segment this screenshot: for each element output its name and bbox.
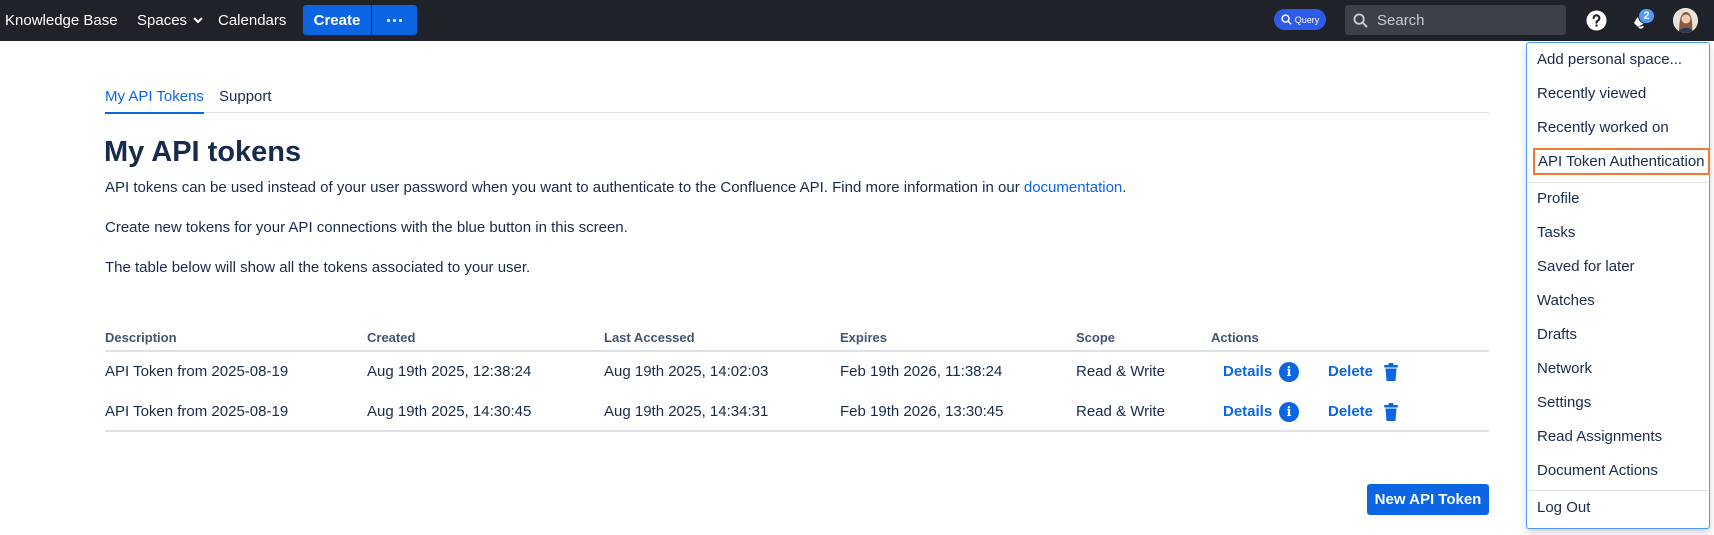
notification-count-badge: 2 xyxy=(1638,8,1655,24)
column-header-description: Description xyxy=(105,330,177,345)
calendars-link[interactable]: Calendars xyxy=(218,0,286,41)
dot xyxy=(399,18,402,22)
documentation-link[interactable]: documentation xyxy=(1024,179,1122,196)
spaces-menu[interactable]: Spaces xyxy=(137,0,203,41)
cell-expires: Feb 19th 2026, 11:38:24 xyxy=(840,363,1003,380)
user-dropdown-menu: Add personal space... Recently viewed Re… xyxy=(1526,42,1710,529)
column-header-actions: Actions xyxy=(1211,330,1259,345)
column-header-scope: Scope xyxy=(1076,330,1116,345)
intro-text: API tokens can be used instead of your u… xyxy=(105,179,1024,196)
menu-item-profile[interactable]: Profile xyxy=(1537,190,1580,207)
cell-description: API Token from 2025-08-19 xyxy=(105,403,289,420)
search-input[interactable]: Search xyxy=(1345,5,1566,35)
menu-item-api-token-authentication[interactable]: API Token Authentication xyxy=(1533,148,1710,175)
delete-link[interactable]: Delete xyxy=(1328,392,1373,432)
menu-item-recently-worked-on[interactable]: Recently worked on xyxy=(1537,119,1669,136)
trash-icon[interactable] xyxy=(1383,363,1399,381)
menu-item-recently-viewed[interactable]: Recently viewed xyxy=(1537,85,1646,102)
table-row: API Token from 2025-08-19 Aug 19th 2025,… xyxy=(105,392,1489,432)
user-avatar[interactable] xyxy=(1673,8,1698,33)
table-info-text: The table below will show all the tokens… xyxy=(105,259,531,276)
search-placeholder: Search xyxy=(1377,11,1425,29)
cell-created: Aug 19th 2025, 12:38:24 xyxy=(367,363,532,380)
tab-my-api-tokens[interactable]: My API Tokens xyxy=(105,88,204,114)
menu-separator xyxy=(1527,182,1708,183)
menu-item-network[interactable]: Network xyxy=(1537,360,1592,377)
menu-item-document-actions[interactable]: Document Actions xyxy=(1537,462,1658,479)
menu-item-log-out[interactable]: Log Out xyxy=(1537,499,1590,516)
tab-support[interactable]: Support xyxy=(219,88,272,112)
chevron-down-icon xyxy=(193,17,203,24)
menu-separator xyxy=(1527,490,1708,491)
column-header-created: Created xyxy=(367,330,416,345)
column-header-expires: Expires xyxy=(840,330,887,345)
cell-scope: Read & Write xyxy=(1076,363,1165,380)
page-tabs: My API Tokens Support xyxy=(105,88,1489,114)
details-link[interactable]: Details xyxy=(1223,352,1272,392)
cell-scope: Read & Write xyxy=(1076,403,1165,420)
page-title: My API tokens xyxy=(104,136,302,168)
create-info-text: Create new tokens for your API connectio… xyxy=(105,219,628,236)
intro-end: . xyxy=(1122,179,1127,196)
search-icon xyxy=(1353,12,1368,28)
avatar-image-icon xyxy=(1673,8,1698,33)
query-label: Query xyxy=(1294,14,1320,25)
new-api-token-button[interactable]: New API Token xyxy=(1367,484,1489,515)
more-create-options-button[interactable] xyxy=(372,5,417,35)
site-title-link[interactable]: Knowledge Base xyxy=(5,0,118,41)
api-tokens-table: Description Created Last Accessed Expire… xyxy=(105,328,1489,432)
menu-item-add-personal-space[interactable]: Add personal space... xyxy=(1537,51,1682,68)
spaces-label: Spaces xyxy=(137,12,188,29)
details-link[interactable]: Details xyxy=(1223,392,1272,432)
column-header-last-accessed: Last Accessed xyxy=(604,330,695,345)
menu-item-settings[interactable]: Settings xyxy=(1537,394,1591,411)
create-button[interactable]: Create xyxy=(303,5,371,35)
intro-paragraph: API tokens can be used instead of your u… xyxy=(105,179,1126,196)
menu-item-saved-for-later[interactable]: Saved for later xyxy=(1537,258,1635,275)
menu-item-tasks[interactable]: Tasks xyxy=(1537,224,1575,241)
dot xyxy=(387,18,390,22)
cell-last-accessed: Aug 19th 2025, 14:34:31 xyxy=(604,403,769,420)
delete-link[interactable]: Delete xyxy=(1328,352,1373,392)
dot xyxy=(393,18,396,22)
cell-expires: Feb 19th 2026, 13:30:45 xyxy=(840,403,1004,420)
menu-item-drafts[interactable]: Drafts xyxy=(1537,326,1577,343)
menu-item-watches[interactable]: Watches xyxy=(1537,292,1595,309)
top-navigation-bar: Knowledge Base Spaces Calendars Create Q… xyxy=(0,0,1714,41)
table-header: Description Created Last Accessed Expire… xyxy=(105,328,1489,352)
cell-created: Aug 19th 2025, 14:30:45 xyxy=(367,403,532,420)
info-icon[interactable]: i xyxy=(1279,402,1299,422)
search-icon xyxy=(1281,14,1292,25)
info-icon[interactable]: i xyxy=(1279,362,1299,382)
menu-item-read-assignments[interactable]: Read Assignments xyxy=(1537,428,1662,445)
query-button[interactable]: Query xyxy=(1274,9,1326,30)
help-icon[interactable] xyxy=(1586,10,1607,31)
table-row: API Token from 2025-08-19 Aug 19th 2025,… xyxy=(105,352,1489,392)
cell-description: API Token from 2025-08-19 xyxy=(105,363,289,380)
trash-icon[interactable] xyxy=(1383,403,1399,421)
cell-last-accessed: Aug 19th 2025, 14:02:03 xyxy=(604,363,769,380)
